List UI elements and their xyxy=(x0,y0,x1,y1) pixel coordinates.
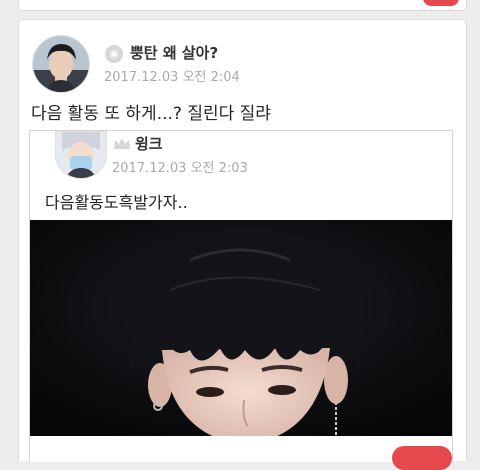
post-author-name[interactable]: 뿡탄 왜 살아? xyxy=(130,42,218,63)
previous-post-card xyxy=(18,0,467,11)
post-text: 다음 활동 또 하게...? 질린다 질랴 xyxy=(31,104,271,124)
quoted-post-footer xyxy=(30,436,452,462)
author-avatar[interactable] xyxy=(32,35,90,93)
avatar-photo xyxy=(33,36,89,92)
crown-icon xyxy=(114,138,130,149)
quoted-post-image[interactable] xyxy=(30,220,452,436)
action-badge-button[interactable] xyxy=(392,446,452,470)
comment-card: ◉ 뿡탄 왜 살아? 2017.12.03 오전 2:04 다음 활동 또 하게… xyxy=(18,19,467,462)
post-date: 2017.12.03 오전 2:04 xyxy=(104,70,240,85)
quoted-post-date: 2017.12.03 오전 2:03 xyxy=(112,161,248,176)
photo-dark-hair-person xyxy=(30,220,452,436)
quoted-post[interactable]: 윙크 2017.12.03 오전 2:03 다음활동도흑발가자.. xyxy=(29,130,453,462)
quoted-author-name[interactable]: 윙크 xyxy=(135,133,163,154)
avatar-photo xyxy=(56,132,106,178)
quoted-author-avatar[interactable] xyxy=(55,131,107,179)
previous-action-badge[interactable] xyxy=(423,0,459,6)
level-badge-icon: ◉ xyxy=(105,45,123,63)
quoted-post-text: 다음활동도흑발가자.. xyxy=(45,193,188,212)
